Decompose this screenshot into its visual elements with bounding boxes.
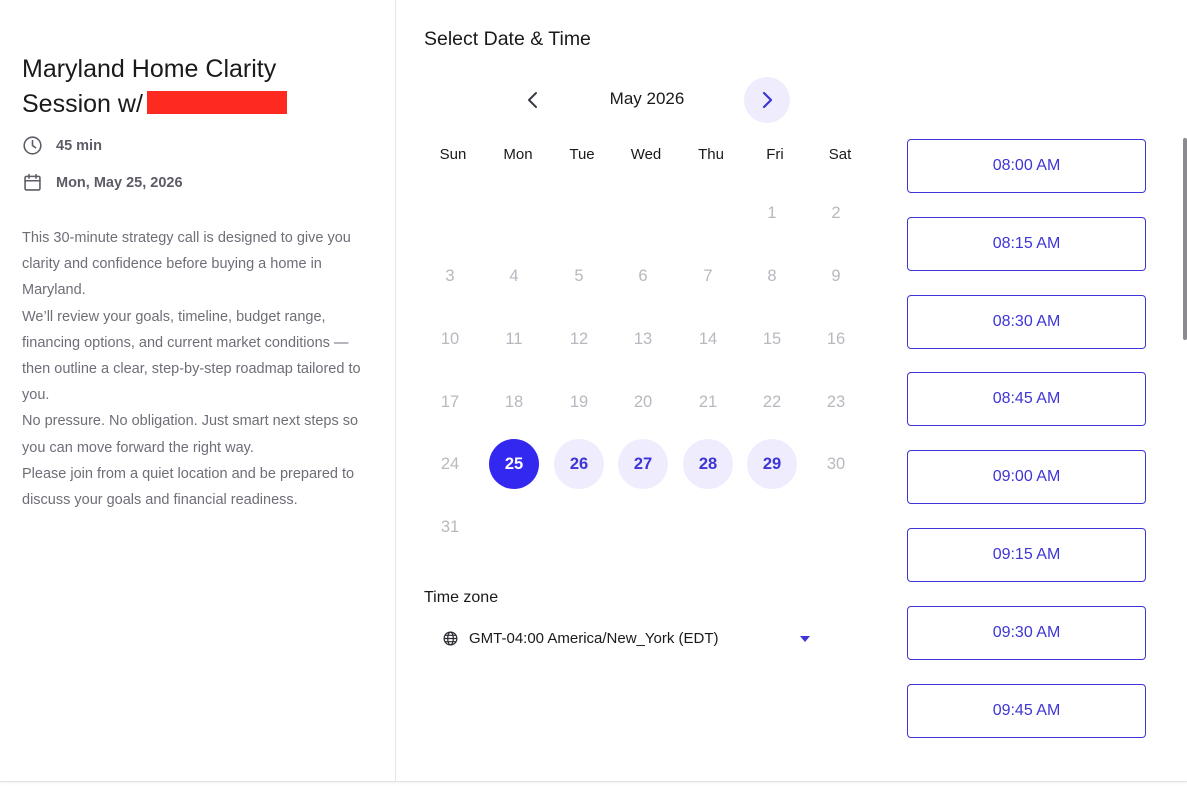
calendar-day-disabled: 20: [633, 392, 653, 411]
calendar-day-disabled: 19: [569, 392, 589, 411]
calendar-day-disabled: 21: [698, 392, 718, 411]
weekday-label: Fri: [766, 146, 784, 163]
timezone-value: GMT-04:00 America/New_York (EDT): [469, 629, 719, 647]
slot-list-scrollbar[interactable]: [1183, 138, 1187, 340]
calendar-icon: [24, 173, 41, 191]
calendar-day-disabled: 7: [703, 266, 713, 285]
time-slot-button[interactable]: 08:15 AM: [907, 217, 1146, 271]
booking-card: Maryland Home Clarity Session w/ 45 min …: [0, 0, 1187, 782]
description-paragraph: This 30-minute strategy call is designed…: [22, 230, 351, 299]
weekday-label: Mon: [503, 146, 533, 163]
event-details-panel: Maryland Home Clarity Session w/ 45 min …: [0, 0, 396, 781]
calendar-day-available[interactable]: 27: [618, 439, 668, 489]
time-slot-button[interactable]: 09:45 AM: [907, 684, 1146, 738]
calendar-day-disabled: 6: [638, 266, 648, 285]
month-label: May 2026: [609, 89, 685, 108]
calendar-day-disabled: 10: [440, 329, 460, 348]
event-title: Maryland Home Clarity Session w/: [22, 52, 352, 122]
clock-icon: [23, 136, 42, 155]
calendar-day-disabled: 31: [440, 517, 460, 536]
calendar-day-disabled: 30: [826, 454, 846, 473]
calendar-day-disabled: 16: [826, 329, 846, 348]
calendar-day-disabled: 23: [826, 392, 846, 411]
weekday-label: Tue: [569, 146, 595, 163]
calendar-day-disabled: 13: [633, 329, 653, 348]
date-text: Mon, May 25, 2026: [56, 174, 183, 191]
description-paragraph: No pressure. No obligation. Just smart n…: [22, 413, 359, 456]
calendar-day-disabled: 14: [698, 329, 718, 348]
time-slot-button[interactable]: 09:15 AM: [907, 528, 1146, 582]
calendar-day-disabled: 12: [569, 329, 589, 348]
timezone-select[interactable]: GMT-04:00 America/New_York (EDT): [436, 620, 820, 656]
description-paragraph: We’ll review your goals, timeline, budge…: [22, 308, 361, 404]
calendar-day-disabled: 15: [762, 329, 782, 348]
time-slot-button[interactable]: 09:30 AM: [907, 606, 1146, 660]
calendar-day-disabled: 22: [762, 392, 782, 411]
weekday-label: Sat: [828, 146, 852, 163]
caret-down-icon: [800, 636, 810, 642]
calendar-day-disabled: 17: [440, 392, 460, 411]
calendar-day-disabled: 4: [509, 266, 519, 285]
calendar-day-disabled: 2: [831, 203, 841, 222]
event-duration: 45 min: [22, 135, 102, 156]
calendar-day-disabled: 1: [767, 203, 777, 222]
duration-text: 45 min: [56, 137, 102, 154]
time-slot-button[interactable]: 08:00 AM: [907, 139, 1146, 193]
calendar-day-disabled: 11: [505, 329, 523, 348]
weekday-label: Sun: [439, 146, 467, 163]
calendar-day-disabled: 8: [767, 266, 777, 285]
month-navigation: May 2026: [515, 77, 795, 123]
weekday-label: Wed: [630, 146, 662, 163]
calendar-day-disabled: 18: [504, 392, 524, 411]
event-description: This 30-minute strategy call is designed…: [22, 225, 367, 513]
chevron-right-icon: [762, 91, 773, 109]
description-paragraph: Please join from a quiet location and be…: [22, 465, 355, 509]
calendar-day-selected[interactable]: 25: [489, 439, 539, 489]
previous-month-button[interactable]: [515, 77, 551, 123]
timezone-label: Time zone: [424, 589, 499, 606]
picker-heading: Select Date & Time: [424, 28, 591, 50]
calendar-day-available[interactable]: 26: [554, 439, 604, 489]
chevron-left-icon: [528, 92, 537, 108]
redaction-block: [146, 91, 287, 114]
time-slot-button[interactable]: 09:00 AM: [907, 450, 1146, 504]
calendar-day-disabled: 3: [445, 266, 455, 285]
time-slot-button[interactable]: 08:30 AM: [907, 295, 1146, 349]
event-date: Mon, May 25, 2026: [22, 172, 183, 193]
calendar-day-disabled: 9: [831, 266, 841, 285]
calendar-day-disabled: 5: [574, 266, 584, 285]
calendar-day-disabled: 24: [440, 454, 460, 473]
time-slot-button[interactable]: 08:45 AM: [907, 372, 1146, 426]
next-month-button[interactable]: [744, 77, 790, 123]
weekday-label: Thu: [698, 146, 724, 163]
calendar-day-available[interactable]: 29: [747, 439, 797, 489]
calendar-day-available[interactable]: 28: [683, 439, 733, 489]
globe-icon: [443, 631, 458, 645]
